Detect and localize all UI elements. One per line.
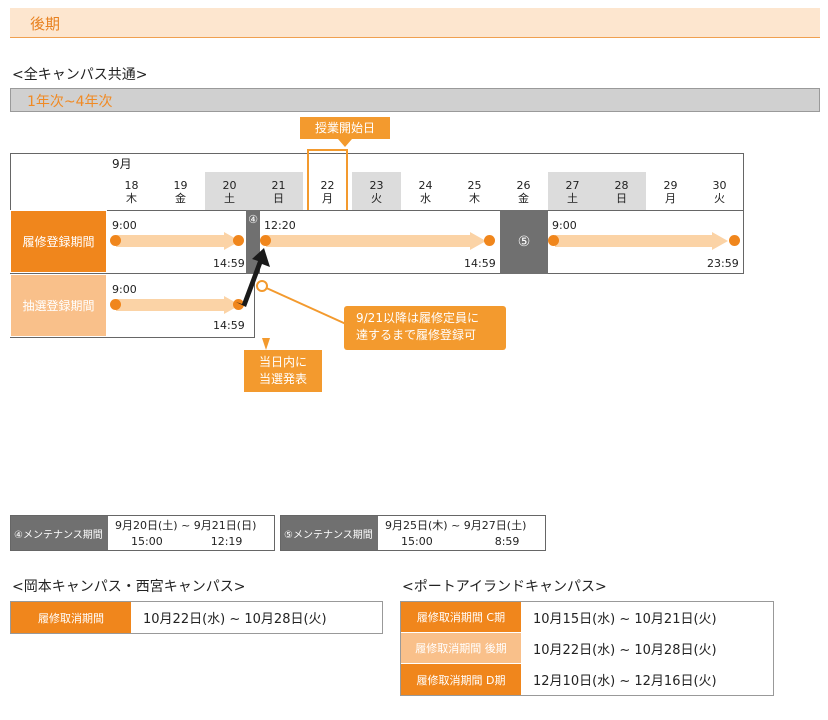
okamoto-cancel-table: 履修取消期間 10月22日(水) ~ 10月28日(火): [10, 601, 383, 634]
announce-line: 当選発表: [258, 372, 307, 386]
maintenance-4-range: 9月20日(土) ~ 9月21日(日): [115, 519, 257, 532]
callout-leader-line: [261, 285, 347, 325]
maintenance-5-label: ⑤メンテナンス期間: [281, 516, 378, 550]
port-island-cancel-table: 履修取消期間 C期 10月15日(水) ~ 10月21日(火) 履修取消期間 後…: [400, 601, 774, 696]
callout-line: 達するまで履修登録可: [356, 328, 477, 342]
maintenance-5-time-start: 15:00: [401, 535, 433, 548]
announce-line: 当日内に: [258, 355, 307, 369]
announce-pointer-icon: [262, 338, 270, 350]
maintenance-4-table: ④メンテナンス期間 9月20日(土) ~ 9月21日(日) 15:00 12:1…: [10, 515, 275, 551]
callout-anchor-dot: [256, 280, 268, 292]
maintenance-4-time-start: 15:00: [131, 535, 163, 548]
port-cancel-row-d: 履修取消期間 D期 12月10日(水) ~ 12月16日(火): [401, 664, 773, 695]
okamoto-cancel-label: 履修取消期間: [11, 602, 131, 633]
port-cancel-range-late: 10月22日(水) ~ 10月28日(火): [521, 633, 773, 663]
registration-note-callout: 9/21以降は履修定員に 達するまで履修登録可: [344, 306, 506, 350]
okamoto-cancel-row: 履修取消期間 10月22日(水) ~ 10月28日(火): [11, 602, 382, 633]
port-island-title: <ポートアイランドキャンパス>: [402, 579, 607, 595]
callout-line: 9/21以降は履修定員に: [356, 311, 479, 325]
maintenance-5-table: ⑤メンテナンス期間 9月25日(木) ~ 9月27日(土) 15:00 8:59: [280, 515, 546, 551]
maintenance-5-range: 9月25日(木) ~ 9月27日(土): [385, 519, 527, 532]
port-cancel-label-c: 履修取消期間 C期: [401, 602, 521, 632]
lottery-announce-callout: 当日内に 当選発表: [244, 350, 322, 392]
okamoto-cancel-range: 10月22日(水) ~ 10月28日(火): [131, 602, 382, 633]
port-cancel-row-c: 履修取消期間 C期 10月15日(水) ~ 10月21日(火): [401, 602, 773, 633]
port-cancel-row-late: 履修取消期間 後期 10月22日(水) ~ 10月28日(火): [401, 633, 773, 664]
maintenance-4-time-end: 12:19: [210, 535, 243, 548]
announce-arrow-icon: [236, 248, 270, 307]
port-cancel-range-c: 10月15日(水) ~ 10月21日(火): [521, 602, 773, 632]
maintenance-5-time-end: 8:59: [494, 535, 520, 548]
port-cancel-range-d: 12月10日(水) ~ 12月16日(火): [521, 664, 773, 695]
maintenance-4-label: ④メンテナンス期間: [11, 516, 108, 550]
port-cancel-label-d: 履修取消期間 D期: [401, 664, 521, 695]
port-cancel-label-late: 履修取消期間 後期: [401, 633, 521, 663]
okamoto-title: <岡本キャンパス・西宮キャンパス>: [12, 579, 246, 595]
